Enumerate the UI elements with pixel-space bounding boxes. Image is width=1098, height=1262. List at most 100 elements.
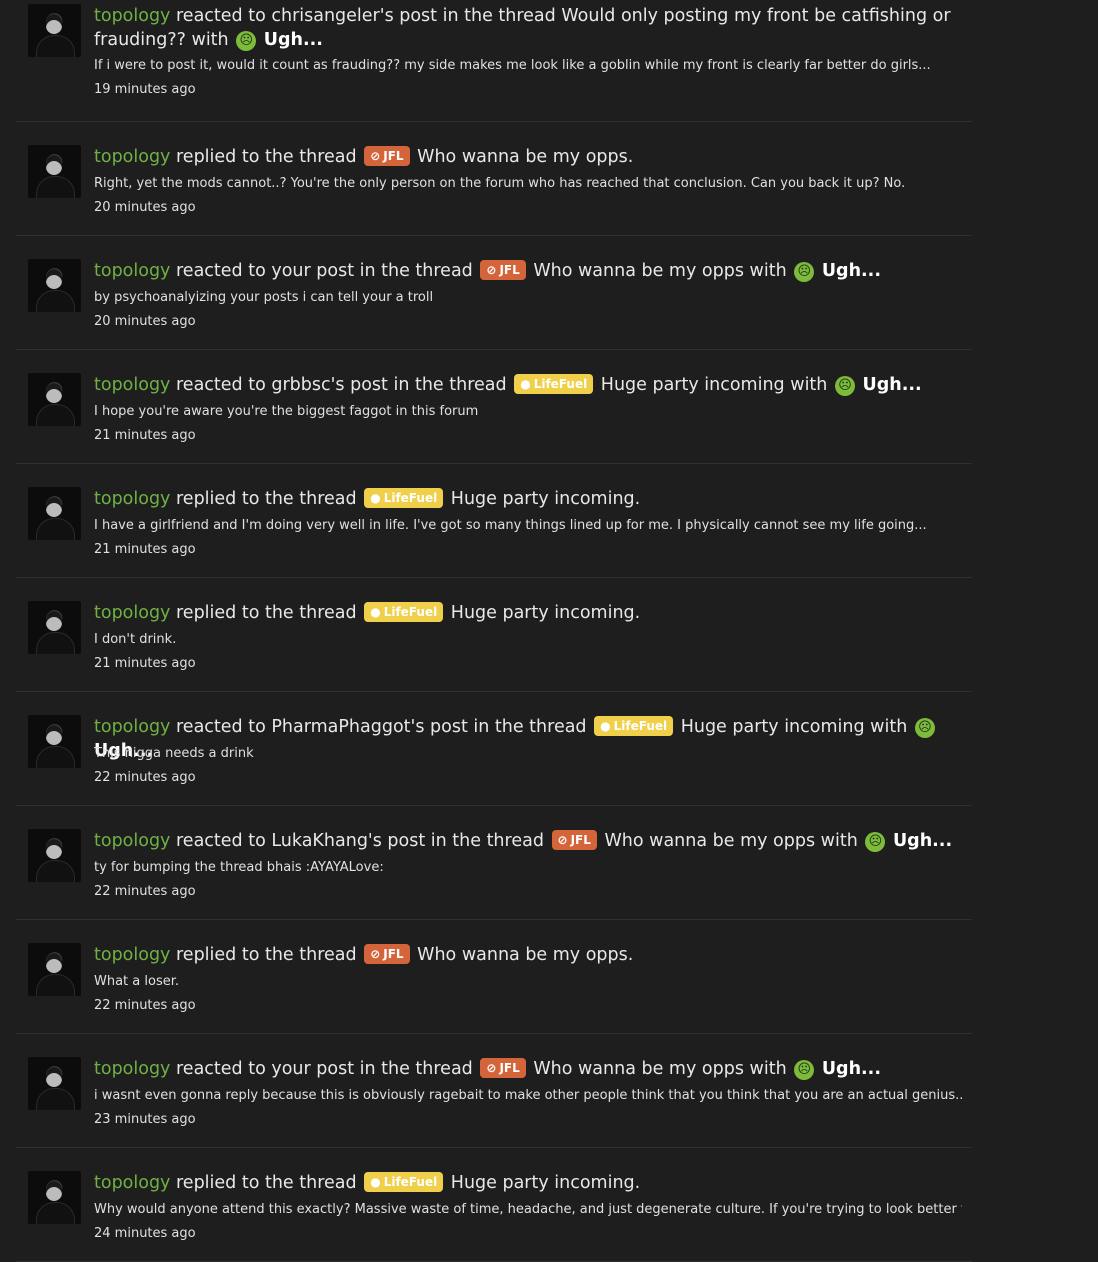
avatar[interactable] [28, 1057, 81, 1110]
avatar[interactable] [28, 715, 81, 768]
thread-title-link[interactable]: Who wanna be my opps [604, 831, 815, 851]
prefix-label: JFL [383, 149, 404, 163]
alert-headline: topology reacted to chrisangeler's post … [94, 4, 962, 52]
username-link[interactable]: topology [94, 945, 170, 965]
post-snippet: This nigga needs a drink [94, 746, 254, 761]
alert-item[interactable]: topology replied to the thread ● LifeFuel… [16, 1148, 972, 1262]
thread-title-link[interactable]: Huge party incoming [681, 717, 865, 737]
timestamp[interactable]: 22 minutes ago [94, 997, 196, 1015]
avatar[interactable] [28, 373, 81, 426]
prefix-label: LifeFuel [613, 719, 668, 733]
avatar[interactable] [28, 829, 81, 882]
timestamp[interactable]: 24 minutes ago [94, 1225, 196, 1243]
avatar[interactable] [28, 4, 81, 57]
alert-headline: topology replied to the thread ● LifeFuel… [94, 487, 962, 511]
thread-prefix-badge: ● LifeFuel [594, 716, 674, 736]
avatar[interactable] [28, 259, 81, 312]
thread-title-link[interactable]: Who wanna be my opps [533, 1059, 744, 1079]
thread-title-link[interactable]: Who wanna be my opps. [417, 147, 633, 167]
timestamp[interactable]: 22 minutes ago [94, 883, 196, 901]
alert-item[interactable]: topology reacted to grbbsc's post in the… [16, 350, 972, 464]
thread-title-link[interactable]: Who wanna be my opps [533, 261, 744, 281]
post-snippet: I don't drink. [94, 632, 177, 647]
post-snippet: by psychoanalyizing your posts i can tel… [94, 290, 434, 305]
thread-prefix-badge: ● LifeFuel [364, 488, 444, 508]
alert-action: replied to the thread [176, 1173, 357, 1193]
angry-face-icon: ☹ [865, 832, 886, 852]
username-link[interactable]: topology [94, 603, 170, 623]
prefix-label: JFL [570, 833, 591, 847]
lightbulb-icon: ● [370, 605, 381, 619]
timestamp[interactable]: 21 minutes ago [94, 427, 196, 445]
prefix-label: LifeFuel [383, 605, 438, 619]
alert-action: reacted to grbbsc's post in the thread [176, 375, 507, 395]
thread-title-link[interactable]: Huge party incoming [601, 375, 785, 395]
alert-item[interactable]: topology replied to the thread ⊘ JFL Who … [16, 920, 972, 1034]
reaction-label: Ugh... [821, 261, 881, 281]
with-text: with [749, 261, 787, 281]
alert-action: reacted to LukaKhang's post in the threa… [176, 831, 544, 851]
lightbulb-icon: ● [600, 719, 611, 733]
alert-item[interactable]: topology replied to the thread ● LifeFuel… [16, 578, 972, 692]
thread-title-link[interactable]: Who wanna be my opps. [417, 945, 633, 965]
post-snippet: If i were to post it, would it count as … [94, 58, 931, 73]
alert-action: replied to the thread [176, 147, 357, 167]
alerts-list: topology reacted to chrisangeler's post … [0, 0, 1098, 1262]
alert-action: reacted to your post in the thread [176, 1059, 473, 1079]
alert-headline: topology replied to the thread ● LifeFuel… [94, 1171, 962, 1195]
username-link[interactable]: topology [94, 831, 170, 851]
alert-action: replied to the thread [176, 489, 357, 509]
avatar[interactable] [28, 601, 81, 654]
alert-headline: topology replied to the thread ● LifeFuel… [94, 601, 962, 625]
timestamp[interactable]: 20 minutes ago [94, 313, 196, 331]
timestamp[interactable]: 22 minutes ago [94, 769, 196, 787]
timestamp[interactable]: 19 minutes ago [94, 81, 196, 99]
timestamp[interactable]: 21 minutes ago [94, 655, 196, 673]
thread-prefix-badge: ● LifeFuel [364, 1172, 444, 1192]
username-link[interactable]: topology [94, 6, 170, 26]
thread-title-link[interactable]: Huge party incoming. [451, 603, 640, 623]
with-text: with [870, 717, 908, 737]
alert-item[interactable]: topology reacted to your post in the thr… [16, 1034, 972, 1148]
timestamp[interactable]: 21 minutes ago [94, 541, 196, 559]
timestamp[interactable]: 20 minutes ago [94, 199, 196, 217]
alert-item[interactable]: topology replied to the thread ● LifeFuel… [16, 464, 972, 578]
avatar[interactable] [28, 943, 81, 996]
alert-item[interactable]: topology reacted to your post in the thr… [16, 236, 972, 350]
reaction-label: Ugh... [892, 831, 953, 851]
thread-title-link[interactable]: Huge party incoming. [451, 489, 640, 509]
no-smiling-face-icon: ⊘ [370, 149, 381, 163]
username-link[interactable]: topology [94, 1173, 170, 1193]
post-snippet: Why would anyone attend this exactly? Ma… [94, 1202, 962, 1217]
alert-item[interactable]: topology reacted to LukaKhang's post in … [16, 806, 972, 920]
username-link[interactable]: topology [94, 375, 170, 395]
lightbulb-icon: ● [370, 1175, 381, 1189]
alert-headline: topology reacted to your post in the thr… [94, 1057, 962, 1081]
username-link[interactable]: topology [94, 147, 170, 167]
alert-item[interactable]: topology reacted to PharmaPhaggot's post… [16, 692, 972, 806]
thread-title-link[interactable]: Huge party incoming. [451, 1173, 640, 1193]
post-snippet: i wasnt even gonna reply because this is… [94, 1088, 962, 1103]
prefix-label: JFL [499, 263, 520, 277]
alert-item[interactable]: topology replied to the thread ⊘ JFL Who … [16, 122, 972, 236]
alert-item[interactable]: topology reacted to chrisangeler's post … [16, 0, 972, 122]
username-link[interactable]: topology [94, 489, 170, 509]
avatar[interactable] [28, 145, 81, 198]
avatar[interactable] [28, 487, 81, 540]
username-link[interactable]: topology [94, 1059, 170, 1079]
angry-face-icon: ☹ [236, 31, 257, 51]
no-smiling-face-icon: ⊘ [486, 1061, 497, 1075]
with-text: with [820, 831, 858, 851]
no-smiling-face-icon: ⊘ [370, 947, 381, 961]
with-text: with [191, 30, 229, 50]
username-link[interactable]: topology [94, 261, 170, 281]
post-snippet: I hope you're aware you're the biggest f… [94, 404, 479, 419]
alert-action: replied to the thread [176, 945, 357, 965]
angry-face-icon: ☹ [834, 376, 855, 396]
alert-action: reacted to your post in the thread [176, 261, 473, 281]
username-link[interactable]: topology [94, 717, 170, 737]
avatar[interactable] [28, 1171, 81, 1224]
alert-headline: topology replied to the thread ⊘ JFL Who … [94, 943, 962, 967]
timestamp[interactable]: 23 minutes ago [94, 1111, 196, 1129]
prefix-label: JFL [499, 1061, 520, 1075]
